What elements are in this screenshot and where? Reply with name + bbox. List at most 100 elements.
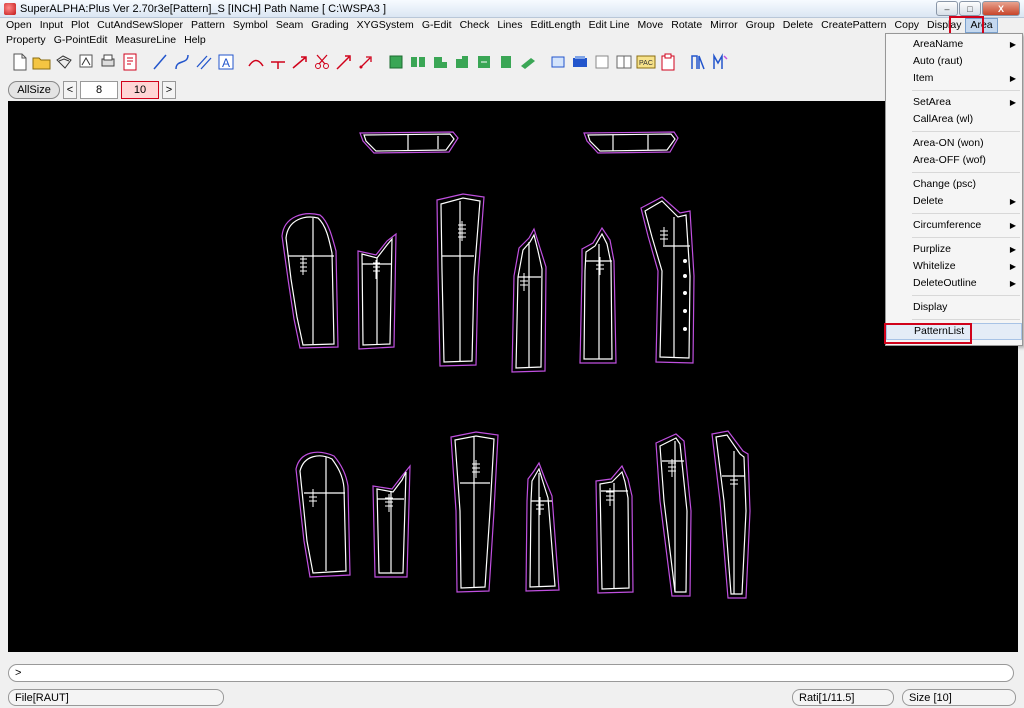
area-menu-auto[interactable]: Auto (raut)	[886, 53, 1022, 70]
menu-plot[interactable]: Plot	[67, 18, 93, 33]
area-menu-label: CallArea (wl)	[913, 113, 974, 125]
arc-tool-icon[interactable]	[246, 52, 266, 72]
menu-group[interactable]: Group	[742, 18, 779, 33]
book-icon[interactable]	[614, 52, 634, 72]
dart-tool-1-icon[interactable]	[688, 52, 708, 72]
piece-green-3-icon[interactable]	[430, 52, 450, 72]
parallel-line-icon[interactable]	[194, 52, 214, 72]
menu-delete[interactable]: Delete	[779, 18, 817, 33]
minimize-button[interactable]: –	[936, 1, 958, 16]
piece-green-5-icon[interactable]	[474, 52, 494, 72]
pattern-canvas[interactable]	[8, 101, 1018, 652]
area-menu-patternlist[interactable]: PatternList	[886, 323, 1022, 340]
text-tool-icon[interactable]: A	[216, 52, 236, 72]
size-option-8[interactable]: 8	[80, 81, 118, 99]
menu-display[interactable]: Display	[923, 18, 965, 33]
new-file-icon[interactable]	[10, 52, 30, 72]
line-tool-icon[interactable]	[150, 52, 170, 72]
menu-mirror[interactable]: Mirror	[706, 18, 741, 33]
app-icon	[4, 2, 16, 15]
area-menu-deleteoutline[interactable]: DeleteOutline ▶	[886, 275, 1022, 292]
perpendicular-icon[interactable]	[268, 52, 288, 72]
pattern-piece	[711, 430, 751, 599]
scissors-icon[interactable]	[312, 52, 332, 72]
area-menu-whitelize[interactable]: Whitelize ▶	[886, 258, 1022, 275]
menu-open[interactable]: Open	[2, 18, 36, 33]
piece-green-2-icon[interactable]	[408, 52, 428, 72]
window-blue-2-icon[interactable]	[570, 52, 590, 72]
area-menu-circumference[interactable]: Circumference ▶	[886, 217, 1022, 234]
menu-g-pointedit[interactable]: G-PointEdit	[50, 33, 112, 48]
window-white-icon[interactable]	[592, 52, 612, 72]
area-menu-label: Area-ON (won)	[913, 137, 984, 149]
menu-g-edit[interactable]: G-Edit	[418, 18, 456, 33]
pattern-piece	[357, 232, 397, 350]
pattern-piece	[640, 196, 695, 364]
plot-icon[interactable]	[76, 52, 96, 72]
angle-line-icon[interactable]	[290, 52, 310, 72]
pattern-piece	[595, 464, 634, 594]
piece-green-4-icon[interactable]	[452, 52, 472, 72]
size-prev-button[interactable]: <	[63, 81, 77, 99]
menu-pattern[interactable]: Pattern	[187, 18, 229, 33]
area-menu-label: Area-OFF (wof)	[913, 154, 986, 166]
menu-bar: Open Input Plot CutAndSewSloper Pattern Symbo…	[0, 18, 1024, 33]
area-menu-label: Whitelize	[913, 260, 956, 272]
menu-lines[interactable]: Lines	[493, 18, 526, 33]
window-blue-1-icon[interactable]	[548, 52, 568, 72]
menu-edit-line[interactable]: Edit Line	[585, 18, 634, 33]
menu-input[interactable]: Input	[36, 18, 67, 33]
menu-cutandsewsloper[interactable]: CutAndSewSloper	[93, 18, 187, 33]
piece-green-7-icon[interactable]	[518, 52, 538, 72]
close-button[interactable]: X	[982, 1, 1020, 16]
menu-move[interactable]: Move	[634, 18, 668, 33]
extend-line-icon[interactable]	[334, 52, 354, 72]
submenu-arrow-icon: ▶	[1009, 197, 1016, 206]
menu-rotate[interactable]: Rotate	[667, 18, 706, 33]
menu-symbol[interactable]: Symbol	[229, 18, 272, 33]
area-menu-change[interactable]: Change (psc)	[886, 176, 1022, 193]
restore-button[interactable]: □	[959, 1, 981, 16]
area-menu-item[interactable]: Item ▶	[886, 70, 1022, 87]
size-next-button[interactable]: >	[162, 81, 176, 99]
area-menu-setarea[interactable]: SetArea ▶	[886, 94, 1022, 111]
toolbar: A PAC	[0, 50, 890, 74]
command-line-input[interactable]: >	[8, 664, 1014, 682]
dart-tool-2-icon[interactable]	[710, 52, 730, 72]
piece-green-6-icon[interactable]	[496, 52, 516, 72]
area-menu-area-on[interactable]: Area-ON (won)	[886, 135, 1022, 152]
all-size-button[interactable]: AllSize	[8, 81, 60, 99]
area-menu-purplize[interactable]: Purplize ▶	[886, 241, 1022, 258]
area-menu-callarea[interactable]: CallArea (wl)	[886, 111, 1022, 128]
menu-property[interactable]: Property	[2, 33, 50, 48]
piece-green-1-icon[interactable]	[386, 52, 406, 72]
pac-icon[interactable]: PAC	[636, 52, 656, 72]
menu-check[interactable]: Check	[456, 18, 494, 33]
save-icon[interactable]	[54, 52, 74, 72]
area-menu-areaname[interactable]: AreaName ▶	[886, 36, 1022, 53]
menu-createpattern[interactable]: CreatePattern	[817, 18, 890, 33]
move-point-icon[interactable]	[356, 52, 376, 72]
menu-measureline[interactable]: MeasureLine	[111, 33, 180, 48]
curve-tool-icon[interactable]	[172, 52, 192, 72]
area-dropdown-menu: AreaName ▶ Auto (raut) Item ▶ SetArea ▶ CallAre…	[885, 33, 1023, 346]
area-menu-display[interactable]: Display	[886, 299, 1022, 316]
menu-separator	[912, 213, 1020, 214]
menu-copy[interactable]: Copy	[891, 18, 924, 33]
open-folder-icon[interactable]	[32, 52, 52, 72]
pattern-piece	[281, 213, 339, 349]
size-option-10[interactable]: 10	[121, 81, 159, 99]
print-icon[interactable]	[98, 52, 118, 72]
menu-area[interactable]: Area	[965, 18, 998, 33]
area-menu-area-off[interactable]: Area-OFF (wof)	[886, 152, 1022, 169]
clipboard-icon[interactable]	[658, 52, 678, 72]
menu-editlength[interactable]: EditLength	[526, 18, 584, 33]
menu-help[interactable]: Help	[180, 33, 210, 48]
area-menu-delete[interactable]: Delete ▶	[886, 193, 1022, 210]
menu-seam[interactable]: Seam	[272, 18, 307, 33]
menu-xygsystem[interactable]: XYGSystem	[353, 18, 418, 33]
document-icon[interactable]	[120, 52, 140, 72]
menu-grading[interactable]: Grading	[307, 18, 352, 33]
area-menu-label: Purplize	[913, 243, 951, 255]
submenu-arrow-icon: ▶	[1009, 221, 1016, 230]
